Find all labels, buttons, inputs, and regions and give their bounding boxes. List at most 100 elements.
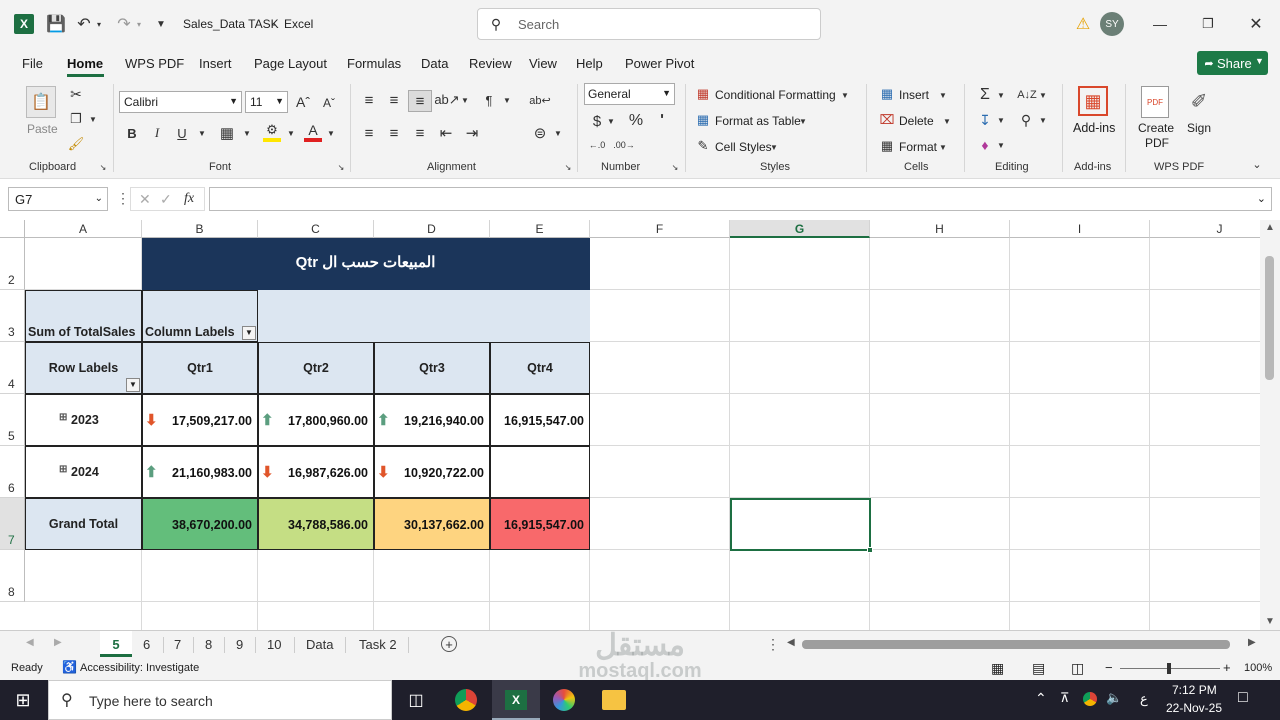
ribbon-collapse-icon[interactable]: ⌄ [1250,156,1264,172]
cell-a2[interactable] [25,238,142,290]
quarter-header-qtr4[interactable]: Qtr4 [490,342,590,394]
decrease-font-icon[interactable]: Aˇ [320,94,338,112]
borders-icon[interactable]: ▦ [218,124,236,142]
currency-icon[interactable]: $ [590,111,604,131]
increase-decimal-icon[interactable]: ←.0 [587,136,607,154]
clear-icon[interactable]: ♦ [976,136,994,154]
column-header-c[interactable]: C [258,220,374,238]
sort-filter-dropdown-icon[interactable]: ▼ [1038,86,1048,104]
pivot-title[interactable]: المبيعات حسب ال Qtr [142,238,590,290]
horizontal-scroll-thumb[interactable] [802,640,1230,649]
column-header-e[interactable]: E [490,220,590,238]
grid-cell[interactable] [730,238,870,290]
column-header-h[interactable]: H [870,220,1010,238]
selected-cell-g7[interactable] [730,498,871,551]
find-select-icon[interactable]: ⚲ [1017,111,1035,129]
row-label-cell-2023[interactable]: ⊞ 2023 [25,394,142,446]
grid-cell[interactable] [590,602,730,630]
clear-dropdown-icon[interactable]: ▼ [996,136,1006,154]
warning-icon[interactable]: ⚠ [1073,14,1093,34]
tab-8[interactable]: 8 [205,637,212,652]
vertical-scrollbar[interactable]: ▲ ▼ [1260,220,1280,630]
fill-dropdown-icon[interactable]: ▼ [996,111,1006,129]
grid-cell[interactable] [1150,238,1260,290]
grid-cell[interactable] [870,290,1010,342]
scroll-down-icon[interactable]: ▼ [1265,616,1275,627]
sign-label[interactable]: Sign [1187,121,1211,135]
grand-total-value-cell[interactable]: 16,915,547.00 [490,498,590,550]
cell-styles-button[interactable]: Cell Styles [715,140,772,154]
grid-cell[interactable] [25,602,142,630]
menu-help[interactable]: Help [576,56,603,71]
row-label-cell-2024[interactable]: ⊞ 2024 [25,446,142,498]
wrap-text-icon[interactable]: ab↩ [529,90,550,110]
pivot-value-cell[interactable] [490,446,590,498]
minimize-icon[interactable]: — [1150,12,1170,36]
grid-cell[interactable] [590,550,730,602]
tab-7[interactable]: 7 [174,637,181,652]
column-header-d[interactable]: D [374,220,490,238]
undo-icon[interactable]: ↶ [74,14,94,34]
expand-icon[interactable]: ⊞ [59,412,67,423]
grid-cell[interactable] [1150,290,1260,342]
column-header-j[interactable]: J [1150,220,1260,238]
tab-scroll-right-icon[interactable]: ▶ [54,637,62,648]
excel-taskbar-button[interactable]: X [492,680,540,720]
grid-cell[interactable] [590,446,730,498]
clock-time[interactable]: 7:12 PM [1172,683,1217,697]
merge-dropdown-icon[interactable]: ▼ [553,124,563,142]
italic-icon[interactable]: I [150,124,164,142]
addins-button[interactable]: Add-ins [1073,121,1115,135]
user-avatar[interactable]: SY [1100,12,1124,36]
row-header-3[interactable]: 3 [0,290,25,342]
zoom-slider[interactable] [1120,663,1220,674]
grid-cell[interactable] [590,238,730,290]
pivot-value-cell[interactable]: ⬇ 17,509,217.00 [142,394,258,446]
column-header-i[interactable]: I [1010,220,1150,238]
column-header-a[interactable]: A [25,220,142,238]
underline-dropdown-icon[interactable]: ▼ [197,124,207,142]
grid-cell[interactable] [730,550,870,602]
autosum-icon[interactable]: Σ [976,86,994,104]
page-layout-view-icon[interactable]: ▤ [1032,660,1045,677]
grid-cell[interactable] [1010,498,1150,550]
menu-data[interactable]: Data [421,56,448,71]
number-launcher-icon[interactable]: ↘ [670,162,680,172]
grand-total-value-cell[interactable]: 30,137,662.00 [374,498,490,550]
grid-cell[interactable] [1150,498,1260,550]
autosum-dropdown-icon[interactable]: ▼ [996,86,1006,104]
sign-icon[interactable]: ✐ [1184,86,1214,116]
row-header-7[interactable]: 7 [0,498,25,550]
customize-toolbar-icon[interactable]: ▼ [154,14,168,34]
pivot-value-cell[interactable]: ⬆ 21,160,983.00 [142,446,258,498]
text-direction-icon[interactable]: ¶ [480,90,498,110]
currency-dropdown-icon[interactable]: ▼ [606,111,616,131]
grid-cell[interactable] [490,602,590,630]
grid-cell[interactable] [1010,550,1150,602]
language-indicator[interactable]: ع [1140,691,1148,707]
zoom-out-icon[interactable]: − [1105,660,1113,675]
pivot-value-cell[interactable]: ⬇ 10,920,722.00 [374,446,490,498]
find-select-dropdown-icon[interactable]: ▼ [1038,111,1048,129]
grid-cell[interactable] [1150,342,1260,394]
copy-icon[interactable]: ❐ [68,111,84,127]
menu-view[interactable]: View [529,56,557,71]
cancel-icon[interactable]: ✕ [139,191,151,208]
column-labels-cell[interactable]: Column Labels ▼ [142,290,258,342]
tab-6[interactable]: 6 [143,637,150,652]
enter-icon[interactable]: ✓ [160,191,172,208]
increase-indent-icon[interactable]: ⇥ [463,124,481,142]
grid-cell[interactable] [730,394,870,446]
row-header-6[interactable]: 6 [0,446,25,498]
grid-cell[interactable] [1010,446,1150,498]
save-icon[interactable]: 💾 [46,14,66,34]
tab-task-2[interactable]: Task 2 [359,637,397,652]
grid-cell[interactable] [870,342,1010,394]
task-view-icon[interactable]: ◫ [405,690,427,710]
grid-cell[interactable] [730,602,870,630]
more-icon[interactable]: ⋮ [116,190,130,207]
volume-icon[interactable]: 🔈 [1106,690,1122,706]
quarter-header-qtr3[interactable]: Qtr3 [374,342,490,394]
formula-input[interactable]: ⌄ [209,187,1272,211]
font-size-select[interactable]: 11 ▼ [245,91,288,113]
